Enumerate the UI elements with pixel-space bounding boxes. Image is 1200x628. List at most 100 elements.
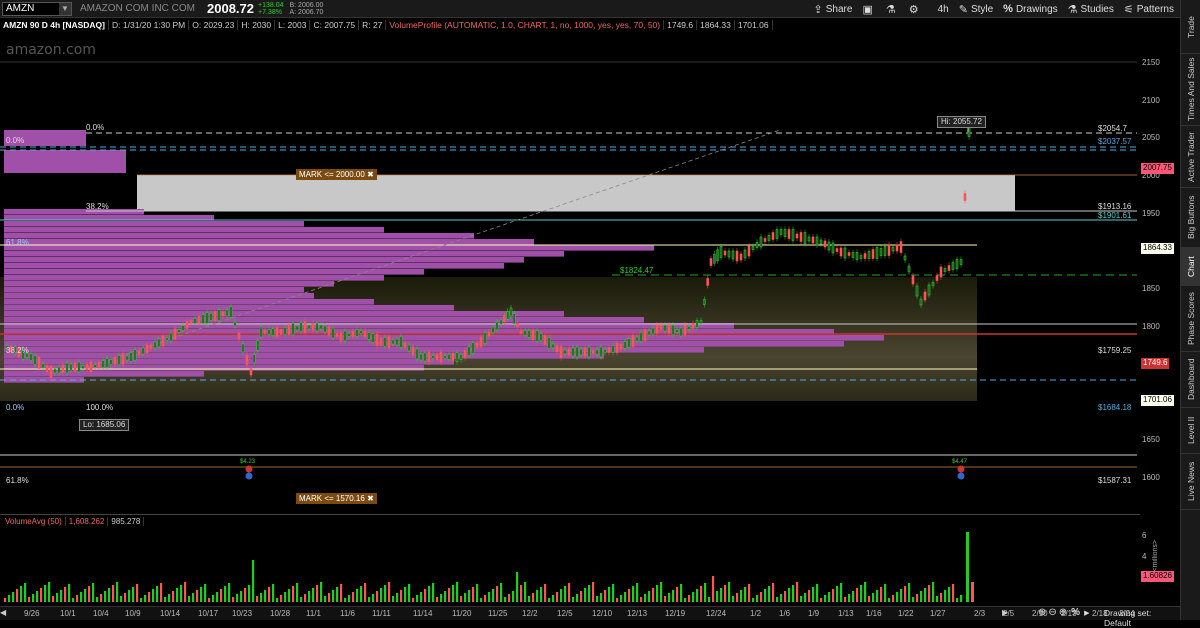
volume-bar <box>576 594 579 602</box>
bid-ask-block: B: 2006.00 A: 2006.70 <box>290 2 324 16</box>
profile-bar <box>4 263 504 269</box>
volume-bar <box>500 583 503 602</box>
side-tab-active-trader[interactable]: Active Trader <box>1181 126 1200 188</box>
drawing-set-selector[interactable]: Drawing set: Default <box>1104 608 1180 628</box>
volume-bar <box>800 596 803 602</box>
volume-chart[interactable] <box>0 516 1140 606</box>
patterns-button[interactable]: ⚟ Patterns <box>1124 3 1174 16</box>
price-axis-label: 1850 <box>1142 284 1160 294</box>
volume-bar <box>528 596 531 602</box>
share-button[interactable]: ⇪ Share <box>814 3 853 16</box>
drag-zoom-icon[interactable]: ⊕ <box>1059 607 1067 618</box>
volume-bar <box>92 583 95 602</box>
volume-bar <box>956 598 959 602</box>
volume-bar <box>908 583 911 602</box>
close-icon[interactable]: ✖ <box>367 494 374 503</box>
studies-button[interactable]: ⚗ Studies <box>1068 3 1114 16</box>
fib-0-bottom: 0.0% <box>6 403 25 412</box>
volume-bar <box>200 587 203 602</box>
side-tab-phase-scores[interactable]: Phase Scores <box>1181 286 1200 352</box>
volume-bar <box>704 583 707 602</box>
volume-bar <box>80 592 83 602</box>
chart-title: AMZN 90 D 4h [NASDAQ] <box>0 20 110 30</box>
volume-bar <box>268 587 271 602</box>
volume-bar <box>688 595 691 602</box>
zoom-out-icon[interactable]: ⊖ <box>1048 607 1056 618</box>
date-label: 12/19 <box>665 609 686 618</box>
level-label-1684: $1684.18 <box>1098 403 1132 412</box>
profile-bar-top-2 <box>4 150 126 173</box>
volume-bar <box>184 582 187 602</box>
dividend-marker-2[interactable] <box>957 472 965 480</box>
profile-bar <box>4 371 204 377</box>
snapshot-button[interactable]: ▣ <box>862 3 875 16</box>
style-button[interactable]: ✎ Style <box>959 3 993 16</box>
side-tab-big-buttons[interactable]: Big Buttons <box>1181 188 1200 248</box>
dividend-marker-1[interactable] <box>245 472 253 480</box>
date-label: 9/26 <box>24 609 40 618</box>
settings-button[interactable]: ⚙ <box>909 3 922 16</box>
earnings-label-1: $4.23 <box>240 459 256 465</box>
date-label: 1/6 <box>779 609 791 618</box>
timeframe-button[interactable]: 4h <box>938 4 949 15</box>
volume-bar <box>40 588 43 602</box>
volume-profile-study[interactable]: VolumeProfile (AUTOMATIC, 1.0, CHART, 1,… <box>386 20 665 30</box>
date-label: 12/13 <box>627 609 648 618</box>
side-tab-trade[interactable]: Trade <box>1181 2 1200 54</box>
right-sidebar: Trade Times And Sales Active Trader Big But… <box>1180 0 1200 620</box>
pane-divider[interactable] <box>0 514 1140 515</box>
volume-bar <box>508 594 511 602</box>
price-chart[interactable] <box>0 32 1140 532</box>
scroll-left-icon[interactable]: ◀ <box>0 608 6 617</box>
volume-bar <box>568 583 571 602</box>
volume-bar <box>708 597 711 602</box>
zoom-in-icon[interactable]: ⊕ <box>1038 607 1046 618</box>
volume-bar <box>592 582 595 602</box>
percent-icon: % <box>1003 3 1013 15</box>
volume-bar <box>524 582 527 602</box>
flask-button[interactable]: ⚗ <box>886 3 899 16</box>
volume-bar <box>660 582 663 602</box>
side-tab-level-ii[interactable]: Level II <box>1181 408 1200 454</box>
volume-bar <box>288 589 291 602</box>
drawings-button[interactable]: % Drawings <box>1003 3 1057 15</box>
dropdown-icon[interactable]: ▶ <box>1084 610 1089 617</box>
side-tab-live-news[interactable]: Live News <box>1181 454 1200 510</box>
scroll-right-icon[interactable]: ▶ <box>1002 608 1008 617</box>
price-axis-label: 1950 <box>1142 208 1160 218</box>
volume-bar <box>948 587 951 602</box>
volume-bar <box>608 587 611 602</box>
volume-bar <box>824 595 827 602</box>
volume-bar <box>892 595 895 602</box>
volume-bar <box>552 595 555 602</box>
volume-bar <box>544 584 547 602</box>
volume-bar <box>900 589 903 602</box>
profile-bar <box>4 305 454 311</box>
val-price-tag: 1701.06 <box>1141 395 1174 406</box>
side-tab-times-and-sales[interactable]: Times And Sales <box>1181 54 1200 126</box>
symbol-input[interactable]: AMZN ▼ <box>2 1 72 16</box>
volume-bar <box>772 583 775 602</box>
date-label: 11/14 <box>413 609 433 618</box>
date-label: 11/6 <box>340 609 355 618</box>
close-icon[interactable]: ✖ <box>367 170 374 179</box>
side-tab-dashboard[interactable]: Dashboard <box>1181 352 1200 408</box>
mark-alert-1570[interactable]: MARK <= 1570.16 ✖ <box>296 493 377 504</box>
percent-scale-icon[interactable]: % <box>1071 607 1080 618</box>
volume-bar <box>368 597 371 602</box>
chevron-down-icon[interactable]: ▼ <box>59 2 71 15</box>
volume-bar <box>920 591 923 602</box>
volume-bar <box>928 585 931 602</box>
mark-alert-2000[interactable]: MARK <= 2000.00 ✖ <box>296 169 377 180</box>
volume-bar <box>4 598 7 602</box>
patterns-label: Patterns <box>1136 3 1174 15</box>
earnings-marker-1[interactable] <box>245 465 253 473</box>
earnings-marker-2[interactable] <box>957 465 965 473</box>
volume-bar <box>960 595 963 602</box>
volume-bar <box>632 586 635 602</box>
volume-bar <box>844 597 847 602</box>
side-tab-chart[interactable]: Chart <box>1181 248 1200 286</box>
volume-bar <box>496 586 499 602</box>
bar-range: R: 27 <box>359 20 387 30</box>
volume-bar <box>600 593 603 602</box>
